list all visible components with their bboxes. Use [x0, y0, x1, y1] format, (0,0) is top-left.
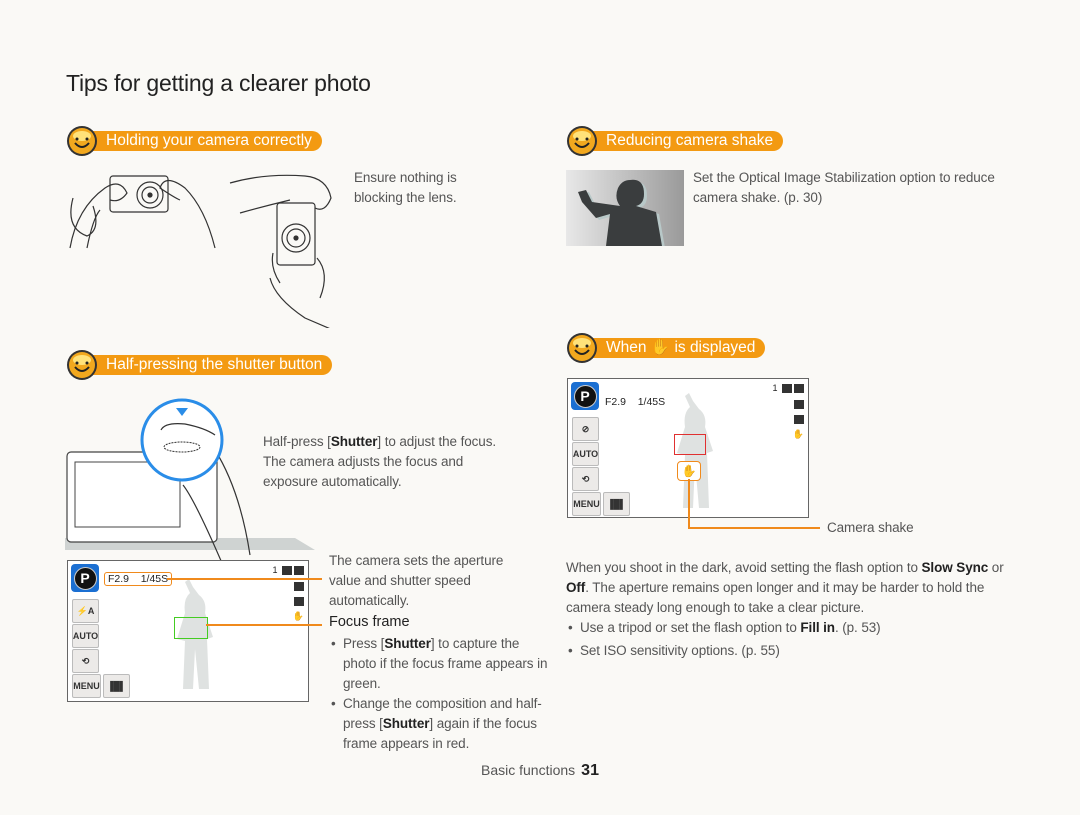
list-item: Press [Shutter] to capture the photo if … — [329, 634, 549, 694]
lcd-screen-half-press: P F2.9 1/45S ⚡A AUTO ⟲ MENU ▐█▌ 1 ✋ — [67, 560, 309, 702]
program-mode-icon[interactable]: P — [571, 382, 599, 410]
section-heading-label: When ✋ is displayed — [590, 338, 766, 358]
callout-line-shake-vertical — [688, 479, 690, 527]
timer-off-icon[interactable]: ⟲ — [572, 467, 599, 491]
aperture-callout-text: The camera sets the aperture value and s… — [329, 553, 504, 608]
timer-off-icon[interactable]: ⟲ — [72, 649, 99, 673]
exposure-readout: F2.9 1/45S — [605, 396, 665, 408]
metering-icon — [292, 596, 304, 607]
flash-auto-icon[interactable]: ⚡A — [72, 599, 99, 623]
camera-shake-hand-icon: ✋ — [650, 339, 671, 356]
callout-line-shake-horizontal — [688, 527, 820, 529]
holding-camera-illustration — [69, 174, 332, 328]
auto-focus-icon[interactable]: AUTO — [572, 442, 599, 466]
memory-icon — [282, 566, 292, 576]
metering-icon — [792, 414, 804, 425]
list-item: Change the composition and half-press [S… — [329, 694, 549, 754]
camera-shake-photo — [566, 170, 684, 246]
menu-button[interactable]: MENU — [572, 492, 601, 516]
half-press-text: Half-press [Shutter] to adjust the focus… — [263, 434, 497, 489]
page-title: Tips for getting a clearer photo — [66, 70, 371, 96]
battery-icon — [794, 384, 804, 394]
section-heading-reducing: Reducing camera shake — [566, 126, 784, 156]
callout-line-focus — [206, 624, 322, 626]
display-button[interactable]: ▐█▌ — [103, 674, 130, 698]
focus-frame-green — [174, 617, 208, 639]
shake-tips-bullets: Use a tripod or set the flash option to … — [566, 618, 1021, 661]
dark-shooting-paragraph: When you shoot in the dark, avoid settin… — [566, 560, 1004, 615]
callout-line-exposure — [167, 578, 322, 580]
footer-section: Basic functions — [481, 762, 576, 778]
section-heading-label: Half-pressing the shutter button — [90, 355, 333, 375]
aperture-value: F2.9 — [108, 573, 130, 585]
shutter-speed-value: 1/45S — [637, 396, 666, 408]
battery-icon — [294, 566, 304, 576]
reducing-text: Set the Optical Image Stabilization opti… — [693, 170, 995, 205]
shutter-speed-value: 1/45S — [140, 573, 169, 585]
ois-icon: ✋ — [792, 429, 804, 439]
camera-shake-warning-icon: ✋ — [677, 461, 701, 481]
program-mode-icon[interactable]: P — [71, 564, 99, 592]
display-button[interactable]: ▐█▌ — [603, 492, 630, 516]
flash-off-icon[interactable]: ⊘ — [572, 417, 599, 441]
image-size-icon — [292, 581, 304, 592]
list-item: Use a tripod or set the flash option to … — [566, 618, 1021, 638]
smiley-sun-icon — [567, 333, 597, 363]
section-heading-holding: Holding your camera correctly — [66, 126, 322, 156]
status-icons: 1 — [272, 565, 304, 576]
section-heading-label: Holding your camera correctly — [90, 131, 322, 151]
memory-icon — [782, 384, 792, 394]
image-size-icon — [792, 399, 804, 410]
list-item: Set ISO sensitivity options. (p. 55) — [566, 641, 1021, 661]
section-heading-label: Reducing camera shake — [590, 131, 784, 151]
focus-frame-bullets: Press [Shutter] to capture the photo if … — [329, 634, 549, 754]
smiley-sun-icon — [67, 350, 97, 380]
page-number: 31 — [581, 762, 599, 779]
exposure-readout: F2.9 1/45S — [104, 572, 173, 586]
section-heading-half-press: Half-pressing the shutter button — [66, 350, 333, 380]
smiley-sun-icon — [567, 126, 597, 156]
smiley-sun-icon — [67, 126, 97, 156]
focus-frame-red — [674, 434, 706, 455]
holding-text: Ensure nothing is blocking the lens. — [354, 170, 457, 205]
page-footer: Basic functions 31 — [481, 762, 599, 780]
section-heading-when-displayed: When ✋ is displayed — [566, 333, 766, 363]
auto-focus-icon[interactable]: AUTO — [72, 624, 99, 648]
menu-button[interactable]: MENU — [72, 674, 101, 698]
aperture-value: F2.9 — [605, 396, 627, 408]
camera-shake-label: Camera shake — [827, 520, 914, 535]
shutter-key-label: Shutter — [330, 434, 378, 449]
ois-icon: ✋ — [292, 611, 304, 621]
status-icons: 1 — [772, 383, 804, 394]
focus-frame-heading: Focus frame — [329, 614, 410, 630]
